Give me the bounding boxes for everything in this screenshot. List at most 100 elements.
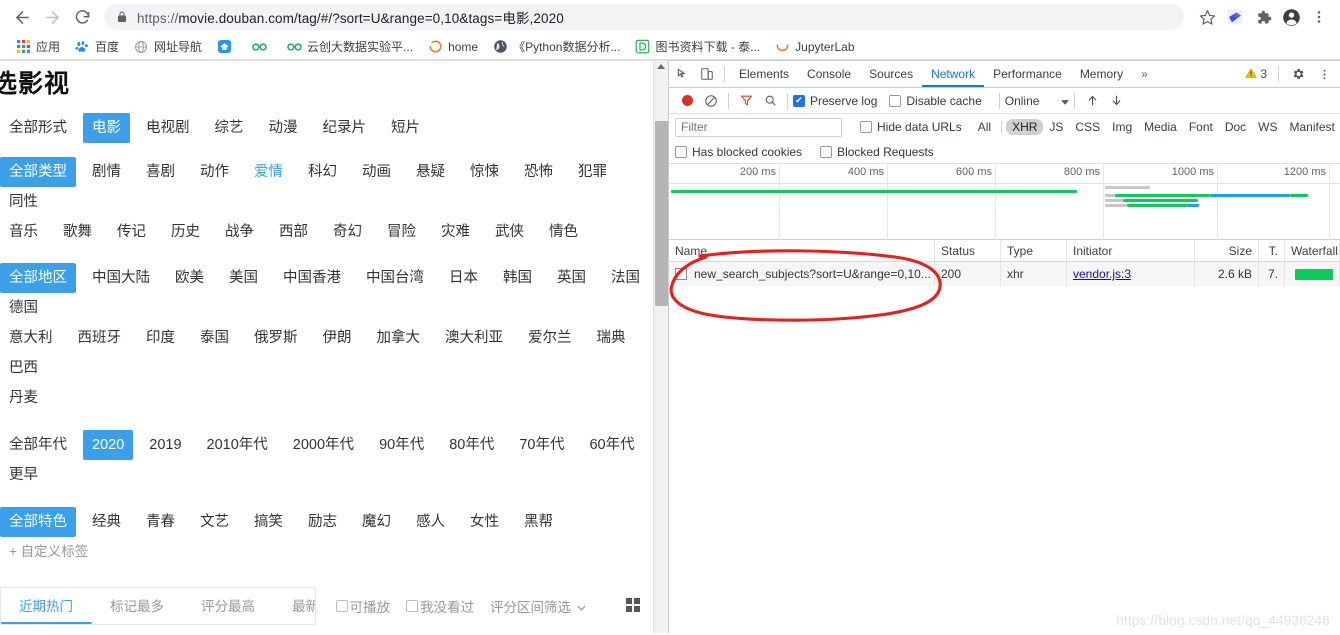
- tag-感人[interactable]: 感人: [407, 507, 454, 537]
- tab-sources[interactable]: Sources: [860, 61, 922, 87]
- grid-view-icon[interactable]: [626, 597, 640, 615]
- tag-美国[interactable]: 美国: [220, 263, 267, 293]
- add-custom-tag-button[interactable]: + 自定义标签: [0, 537, 97, 567]
- column-header-status[interactable]: Status: [935, 240, 1001, 261]
- tag-全部地区[interactable]: 全部地区: [0, 263, 76, 293]
- tag-悬疑[interactable]: 悬疑: [407, 157, 454, 187]
- tag-日本[interactable]: 日本: [440, 263, 487, 293]
- tag-文艺[interactable]: 文艺: [191, 507, 238, 537]
- tag-爱情[interactable]: 爱情: [245, 157, 292, 187]
- more-tabs-button[interactable]: »: [1132, 61, 1157, 87]
- tag-中国台湾[interactable]: 中国台湾: [357, 263, 433, 293]
- tag-西部[interactable]: 西部: [270, 217, 317, 247]
- page-scrollbar[interactable]: [653, 61, 668, 633]
- column-header-size[interactable]: Size: [1195, 240, 1259, 261]
- chip-img[interactable]: Img: [1106, 119, 1138, 135]
- tag-搞笑[interactable]: 搞笑: [245, 507, 292, 537]
- bookmark-jupyterlab[interactable]: JupyterLab: [767, 36, 861, 58]
- tag-全部类型[interactable]: 全部类型: [0, 157, 76, 187]
- tag-战争[interactable]: 战争: [216, 217, 263, 247]
- tag-2019[interactable]: 2019: [140, 430, 190, 460]
- blocked-requests-checkbox[interactable]: [820, 145, 833, 158]
- tag-全部形式[interactable]: 全部形式: [0, 113, 76, 143]
- devtools-more-icon[interactable]: [1312, 63, 1336, 85]
- tag-科幻[interactable]: 科幻: [299, 157, 346, 187]
- tag-青春[interactable]: 青春: [137, 507, 184, 537]
- tag-加拿大[interactable]: 加拿大: [368, 323, 430, 353]
- tag-瑞典[interactable]: 瑞典: [588, 323, 635, 353]
- tag-冒险[interactable]: 冒险: [378, 217, 425, 247]
- tag-动画[interactable]: 动画: [353, 157, 400, 187]
- tag-丹麦[interactable]: 丹麦: [0, 383, 47, 413]
- scrollbar-thumb[interactable]: [655, 121, 668, 306]
- bookmark-nav[interactable]: 网址导航: [126, 35, 209, 58]
- tag-泰国[interactable]: 泰国: [191, 323, 238, 353]
- sort-option-newest-release[interactable]: 最新上映: [274, 588, 315, 624]
- disable-cache-checkbox[interactable]: [889, 94, 902, 107]
- tag-电视剧[interactable]: 电视剧: [137, 113, 199, 143]
- tag-经典[interactable]: 经典: [83, 507, 130, 537]
- bookmark-home-blue[interactable]: [209, 36, 244, 58]
- filter-unwatched[interactable]: 我没看过: [406, 596, 474, 616]
- tag-意大利[interactable]: 意大利: [0, 323, 62, 353]
- tag-历史[interactable]: 历史: [162, 217, 209, 247]
- tag-2020[interactable]: 2020: [83, 430, 134, 460]
- tab-memory[interactable]: Memory: [1071, 61, 1132, 87]
- tag-情色[interactable]: 情色: [540, 217, 587, 247]
- address-bar[interactable]: https://movie.douban.com/tag/#/?sort=U&r…: [104, 4, 1184, 30]
- tab-performance[interactable]: Performance: [984, 61, 1071, 87]
- chip-all[interactable]: All: [972, 119, 997, 135]
- hide-data-urls-option[interactable]: Hide data URLs: [860, 120, 962, 134]
- gear-icon[interactable]: [1286, 63, 1310, 85]
- tag-励志[interactable]: 励志: [299, 507, 346, 537]
- extensions-puzzle-icon[interactable]: [1250, 4, 1276, 30]
- browser-menu-icon[interactable]: [1306, 4, 1332, 30]
- unwatched-checkbox[interactable]: [406, 600, 418, 612]
- hide-data-urls-checkbox[interactable]: [860, 121, 872, 133]
- tag-全部年代[interactable]: 全部年代: [0, 430, 76, 460]
- column-header-time[interactable]: T.: [1259, 240, 1285, 261]
- tag-70年代[interactable]: 70年代: [510, 430, 573, 460]
- forward-arrow-icon[interactable]: [38, 3, 66, 31]
- import-har-icon[interactable]: [1080, 90, 1104, 112]
- chip-js[interactable]: JS: [1043, 119, 1069, 135]
- disable-cache-option[interactable]: Disable cache: [889, 94, 982, 108]
- record-button-icon[interactable]: [675, 90, 699, 112]
- chip-css[interactable]: CSS: [1069, 119, 1106, 135]
- sort-option-recent-hot[interactable]: 近期热门: [1, 588, 92, 624]
- bookmark-python-book[interactable]: 《Python数据分析...: [485, 35, 627, 58]
- tag-短片[interactable]: 短片: [382, 113, 429, 143]
- bookmark-apps[interactable]: 应用: [8, 35, 67, 58]
- tag-西班牙[interactable]: 西班牙: [69, 323, 131, 353]
- tag-2000年代[interactable]: 2000年代: [284, 430, 363, 460]
- tag-英国[interactable]: 英国: [548, 263, 595, 293]
- tag-同性[interactable]: 同性: [0, 187, 47, 217]
- throttling-select[interactable]: Online: [1005, 94, 1070, 108]
- tab-network[interactable]: Network: [922, 61, 985, 87]
- reload-icon[interactable]: [68, 3, 96, 31]
- bookmark-star-icon[interactable]: [1194, 4, 1220, 30]
- tag-魔幻[interactable]: 魔幻: [353, 507, 400, 537]
- rating-range-dropdown[interactable]: 评分区间筛选: [490, 596, 586, 616]
- bookmark-baidu[interactable]: 百度: [67, 35, 126, 58]
- tag-印度[interactable]: 印度: [137, 323, 184, 353]
- tag-恐怖[interactable]: 恐怖: [515, 157, 562, 187]
- tag-音乐[interactable]: 音乐: [0, 217, 47, 247]
- tag-喜剧[interactable]: 喜剧: [137, 157, 184, 187]
- tag-韩国[interactable]: 韩国: [494, 263, 541, 293]
- search-icon[interactable]: [758, 90, 782, 112]
- tag-2010年代[interactable]: 2010年代: [198, 430, 277, 460]
- chip-font[interactable]: Font: [1183, 119, 1219, 135]
- playable-checkbox[interactable]: [335, 600, 348, 612]
- tag-欧美[interactable]: 欧美: [166, 263, 213, 293]
- column-header-name[interactable]: Name: [669, 240, 935, 261]
- export-har-icon[interactable]: [1104, 90, 1128, 112]
- tag-歌舞[interactable]: 歌舞: [54, 217, 101, 247]
- tab-console[interactable]: Console: [798, 61, 860, 87]
- tag-更早[interactable]: 更早: [0, 460, 47, 490]
- inspect-element-icon[interactable]: [671, 63, 695, 85]
- tag-澳大利亚[interactable]: 澳大利亚: [436, 323, 512, 353]
- tag-巴西[interactable]: 巴西: [0, 353, 47, 383]
- filter-playable[interactable]: 可播放: [335, 596, 390, 616]
- bookmark-bd-1[interactable]: [244, 36, 279, 58]
